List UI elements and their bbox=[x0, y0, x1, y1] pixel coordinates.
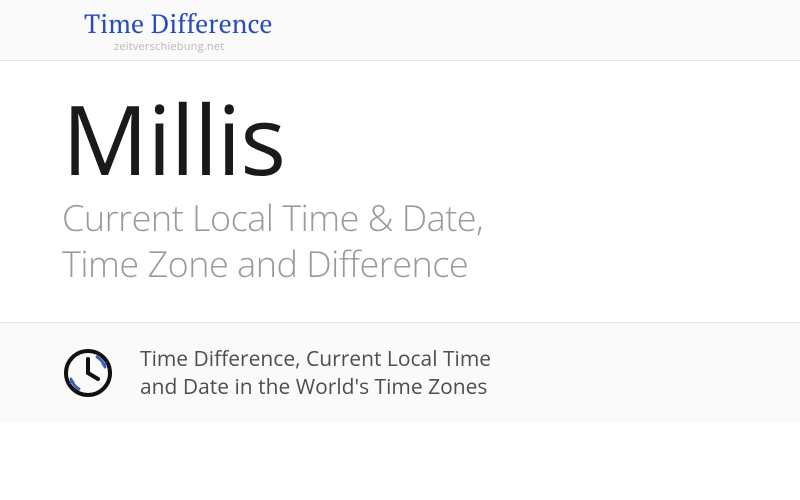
main-content: Millis Current Local Time & Date, Time Z… bbox=[0, 61, 800, 322]
subtitle-line-1: Current Local Time & Date, bbox=[62, 193, 483, 242]
site-title[interactable]: Time Difference bbox=[84, 10, 800, 39]
footer-line-2: and Date in the World's Time Zones bbox=[140, 373, 487, 401]
clock-swap-icon bbox=[62, 347, 114, 399]
footer-bar: Time Difference, Current Local Time and … bbox=[0, 322, 800, 424]
city-name: Millis bbox=[62, 89, 800, 190]
footer-line-1: Time Difference, Current Local Time bbox=[140, 345, 491, 373]
footer-text: Time Difference, Current Local Time and … bbox=[140, 345, 491, 402]
subtitle-line-2: Time Zone and Difference bbox=[62, 239, 468, 288]
page-subtitle: Current Local Time & Date, Time Zone and… bbox=[62, 195, 800, 287]
site-subtitle: zeitverschiebung.net bbox=[114, 39, 800, 54]
site-header: Time Difference zeitverschiebung.net bbox=[0, 0, 800, 61]
